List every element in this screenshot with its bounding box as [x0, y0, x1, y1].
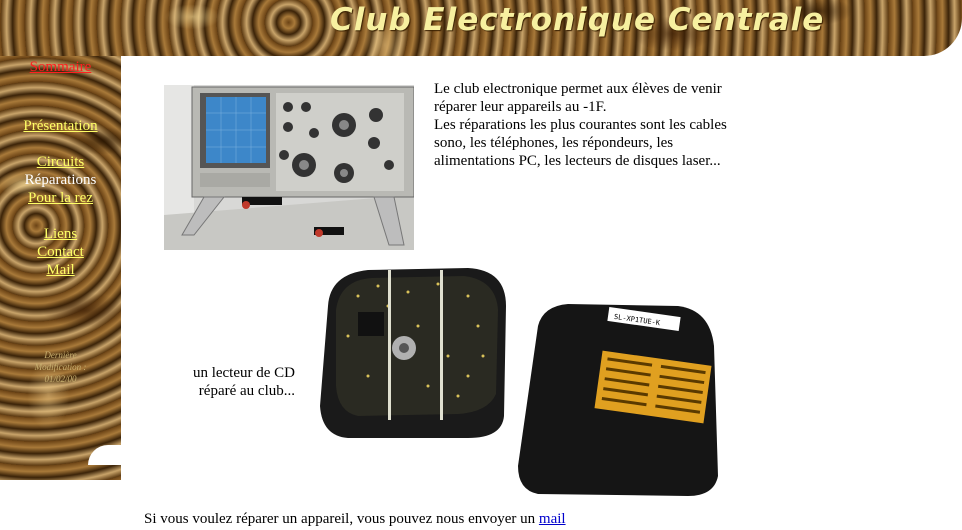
site-title: Club Electronique Centrale: [330, 2, 825, 38]
footer-mail-link[interactable]: mail: [539, 511, 566, 527]
nav-group-main: Circuits Réparations Pour la rez: [0, 153, 121, 207]
nav-link-sommaire[interactable]: Sommaire: [30, 59, 92, 75]
cd-caption: un lecteur de CD réparé au club...: [165, 364, 295, 400]
nav-group-top: Sommaire: [0, 58, 121, 76]
cd-player-photo: SL-XP1TUE-K: [318, 266, 720, 498]
last-modified-label-2: Modification :: [34, 362, 87, 372]
intro-paragraph: Le club electronique permet aux élèves d…: [434, 80, 744, 170]
oscilloscope-photo: [164, 85, 414, 250]
header-banner: Club Electronique Centrale: [0, 0, 962, 56]
last-modified-label-1: Dernière: [44, 350, 77, 360]
nav-group-presentation: Présentation: [0, 117, 121, 135]
intro-line-2: Les réparations les plus courantes sont …: [434, 117, 727, 169]
nav-group-bottom: Liens Contact Mail: [0, 225, 121, 279]
cd-caption-line-2: réparé au club...: [198, 383, 295, 399]
nav-link-liens[interactable]: Liens: [44, 226, 77, 242]
nav-link-pour-la-rez[interactable]: Pour la rez: [28, 190, 93, 206]
nav-link-contact[interactable]: Contact: [37, 244, 84, 260]
last-modified: Dernière Modification : 01/02/00: [0, 349, 121, 385]
cd-caption-line-1: un lecteur de CD: [192, 365, 295, 381]
nav-link-presentation[interactable]: Présentation: [23, 118, 97, 134]
nav-link-circuits[interactable]: Circuits: [37, 154, 85, 170]
last-modified-date: 01/02/00: [44, 374, 77, 384]
intro-line-1: Le club electronique permet aux élèves d…: [434, 81, 722, 115]
footer-text: Si vous voulez réparer un appareil, vous…: [144, 511, 539, 527]
nav-current-reparations: Réparations: [24, 172, 97, 188]
footer-sentence: Si vous voulez réparer un appareil, vous…: [144, 510, 566, 528]
nav-link-mail[interactable]: Mail: [46, 262, 74, 278]
content-corner: [121, 56, 151, 78]
